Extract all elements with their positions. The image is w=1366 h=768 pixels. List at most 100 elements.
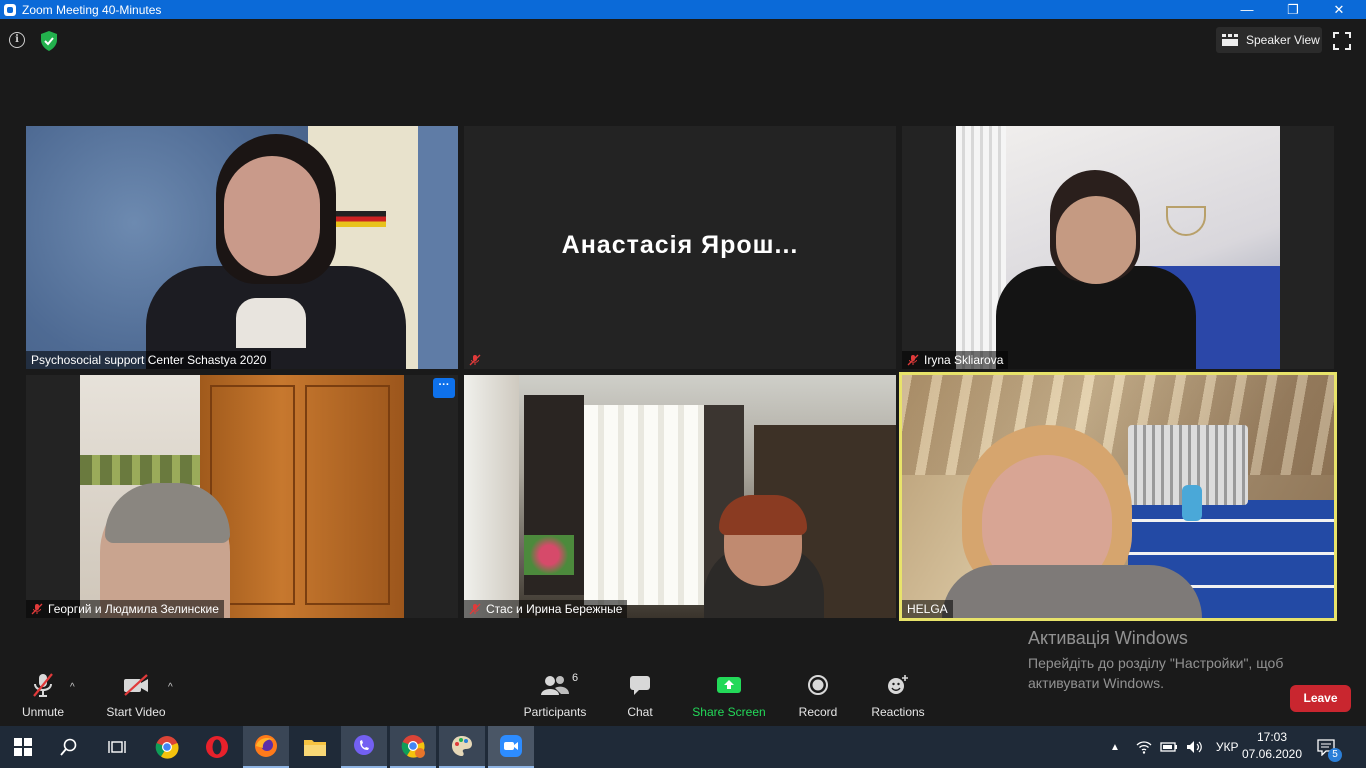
close-button[interactable]: ✕ [1316,0,1362,19]
zoom-app-icon [4,3,16,16]
start-video-button[interactable]: Start Video [104,670,168,719]
grid-view-icon [1222,34,1238,46]
participants-icon: 6 [540,670,578,700]
firefox-icon [255,735,277,757]
start-video-label: Start Video [106,705,166,719]
opera-icon [206,736,228,758]
unmute-label: Unmute [21,705,65,719]
participant-video [26,126,458,369]
folder-icon [304,740,326,756]
chrome-icon [155,736,179,759]
clock-date: 07.06.2020 [1241,747,1303,761]
share-screen-button[interactable]: Share Screen [692,670,766,719]
participant-name: Psychosocial support Center Schastya 202… [31,353,267,367]
audio-options-caret[interactable]: ^ [70,682,75,693]
record-label: Record [798,705,838,719]
chat-label: Chat [627,705,653,719]
participant-name: HELGA [907,602,948,616]
meeting-top-bar: i Speaker View [0,19,1366,63]
restore-button[interactable]: ❐ [1270,0,1316,19]
zoom-icon [500,735,522,757]
participant-name-label [464,351,491,369]
mic-muted-icon [469,354,481,366]
participant-name: Георгий и Людмила Зелинские [48,602,219,616]
meeting-info-icon[interactable]: i [9,32,25,48]
viber-icon [354,735,374,755]
clock-time: 17:03 [1256,730,1288,744]
action-center-button[interactable]: 5 [1306,726,1346,768]
tray-overflow-icon[interactable]: ▲ [1110,742,1120,753]
search-icon [60,738,77,756]
taskbar-file-explorer[interactable] [292,726,338,768]
video-tile[interactable]: Psychosocial support Center Schastya 202… [26,126,458,369]
activation-title: Активація Windows [1028,628,1188,648]
participant-name-label: Георгий и Людмила Зелинские [26,600,224,618]
participant-name: Стас и Ирина Бережные [486,602,623,616]
window-title: Zoom Meeting 40-Minutes [22,2,162,17]
taskbar-paint[interactable] [439,726,485,768]
participant-video [956,126,1280,369]
participant-name-label: HELGA [902,600,953,618]
notification-count-badge: 5 [1328,748,1342,762]
share-screen-label: Share Screen [692,705,766,719]
taskbar-clock[interactable]: 17:03 07.06.2020 [1240,729,1304,763]
fullscreen-icon[interactable] [1333,32,1351,50]
record-button[interactable]: Record [796,670,840,719]
meeting-controls-bar: Unmute ^ Start Video ^ 6 Participants Ch… [0,670,1366,726]
task-view-button[interactable] [94,726,140,768]
chat-icon [628,670,652,700]
taskbar-firefox[interactable] [243,726,289,768]
input-language-indicator[interactable]: УКР [1216,740,1239,754]
taskbar-chrome[interactable] [144,726,190,768]
reactions-button[interactable]: Reactions [870,670,926,719]
task-view-icon [108,741,126,753]
mic-muted-icon [907,354,919,366]
volume-icon[interactable] [1186,740,1204,754]
participant-video [464,375,896,618]
reactions-label: Reactions [871,705,925,719]
participant-name: Iryna Skliarova [924,353,1004,367]
reactions-icon [886,670,910,700]
video-tile[interactable]: Анастасія Ярош... [464,126,896,369]
chrome-profile-icon [401,735,425,758]
shield-check-icon[interactable] [39,30,59,52]
title-bar: Zoom Meeting 40-Minutes — ❐ ✕ [0,0,1366,19]
taskbar-viber[interactable] [341,726,387,768]
mic-muted-icon [32,670,54,700]
participant-name-label: Iryna Skliarova [902,351,1009,369]
record-icon [807,670,829,700]
participant-video [902,375,1334,618]
video-options-caret[interactable]: ^ [168,682,173,693]
windows-logo-icon [14,738,32,756]
battery-icon[interactable] [1160,741,1178,753]
speaker-view-label: Speaker View [1246,33,1320,47]
taskbar-zoom[interactable] [488,726,534,768]
system-tray: ▲ УКР [1110,726,1239,768]
minimize-button[interactable]: — [1224,0,1270,19]
video-tile[interactable]: Iryna Skliarova [902,126,1334,369]
video-tile[interactable]: Стас и Ирина Бережные [464,375,896,618]
video-tile-active-speaker[interactable]: HELGA [899,372,1337,621]
unmute-button[interactable]: Unmute [18,670,68,719]
participants-count: 6 [572,672,579,684]
chat-button[interactable]: Chat [620,670,660,719]
participants-label: Participants [523,705,587,719]
video-off-icon [122,670,150,700]
taskbar-chrome-profile[interactable] [390,726,436,768]
participant-display-name: Анастасія Ярош... [561,231,799,259]
speaker-view-button[interactable]: Speaker View [1216,27,1322,53]
search-button[interactable] [46,726,92,768]
video-tile[interactable]: ··· Георгий и Людмила Зелинские [26,375,458,618]
start-button[interactable] [0,726,46,768]
leave-button[interactable]: Leave [1290,685,1351,712]
tile-more-options-button[interactable]: ··· [433,378,455,398]
participant-video [80,375,404,618]
mic-muted-icon [469,603,481,615]
windows-taskbar: ▲ УКР 17:03 07.06.2020 5 [0,726,1366,768]
participants-button[interactable]: 6 Participants [522,670,588,719]
participant-name-label: Psychosocial support Center Schastya 202… [26,351,272,369]
share-screen-icon [716,670,742,700]
participant-name-label: Стас и Ирина Бережные [464,600,628,618]
wifi-icon[interactable] [1136,740,1152,754]
taskbar-opera[interactable] [194,726,240,768]
